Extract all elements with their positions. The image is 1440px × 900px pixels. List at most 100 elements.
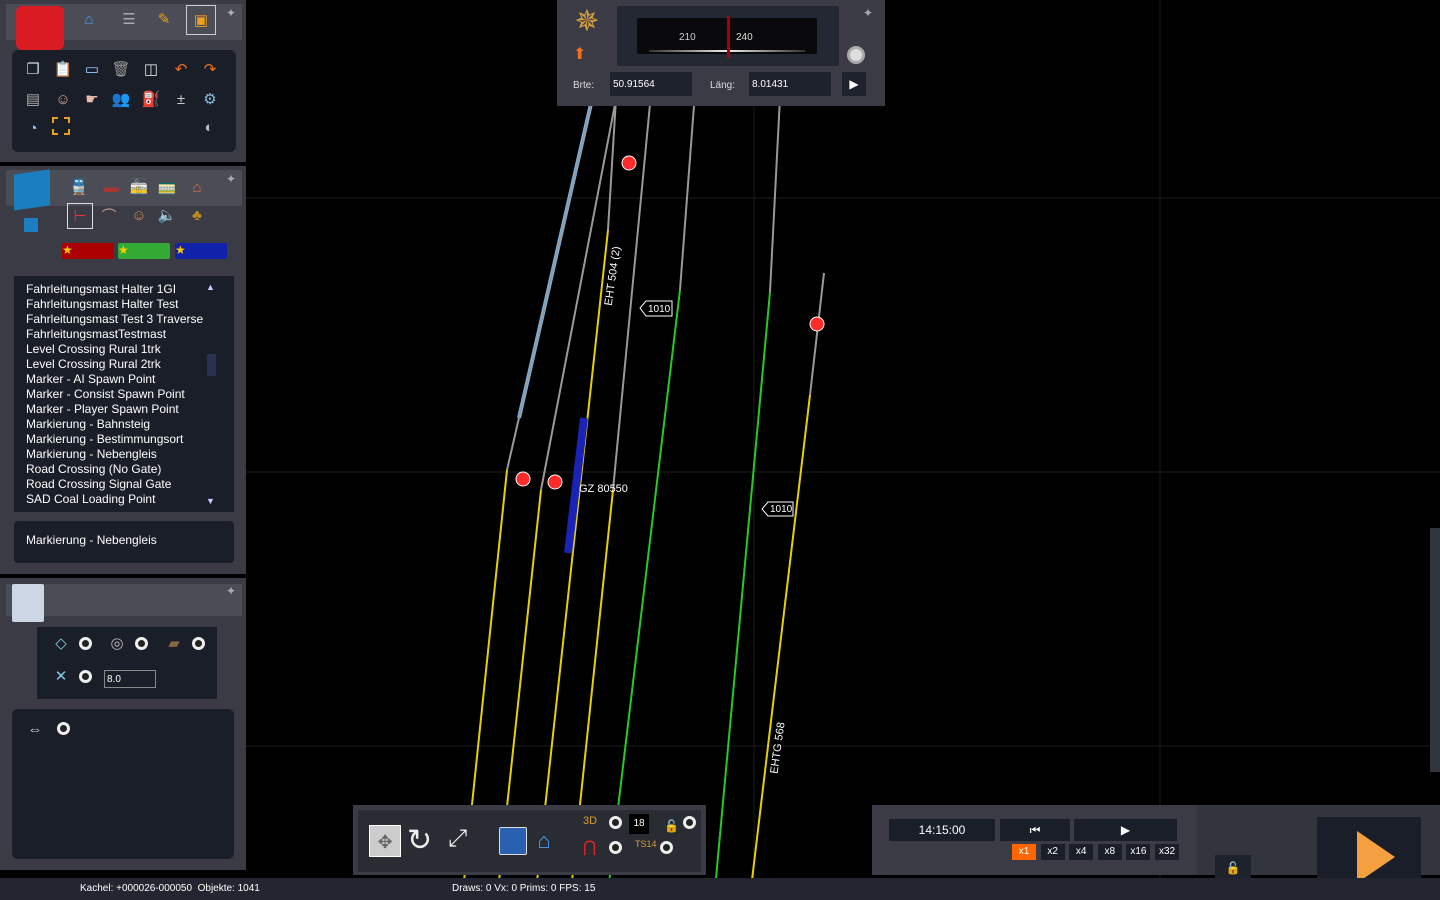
list-item[interactable]: Marker - Consist Spawn Point <box>26 387 234 402</box>
go-button[interactable]: ▶ <box>842 72 866 96</box>
list-item[interactable]: FahrleitungsmastTestmast <box>26 327 234 342</box>
object-list[interactable]: Fahrleitungsmast Halter 1GI Fahrleitungsm… <box>14 276 234 512</box>
list-item[interactable]: Markierung - Bestimmungsort <box>26 432 234 447</box>
rewind-button[interactable]: ⏮ <box>1000 819 1070 841</box>
height-radio[interactable] <box>79 637 92 650</box>
small-cube-icon[interactable] <box>24 218 38 232</box>
spacing-input[interactable] <box>104 670 156 688</box>
list-item[interactable]: Fahrleitungsmast Halter 1GI <box>26 282 234 297</box>
driver-icon[interactable]: ☺ <box>52 88 74 110</box>
pin-icon[interactable]: ✦ <box>226 584 236 598</box>
list-item[interactable]: Road Crossing (No Gate) <box>26 462 234 477</box>
speed-x1-button[interactable]: x1 <box>1012 844 1036 860</box>
ts14-radio[interactable] <box>660 841 673 854</box>
lon-field[interactable]: 8.01431 <box>749 72 831 96</box>
lock-icon[interactable]: 🔓 <box>664 819 679 833</box>
copy-icon[interactable]: ❐ <box>22 58 44 80</box>
tick-240: 240 <box>736 32 753 43</box>
vehicle-move-icon: ⇔ <box>27 720 43 738</box>
pin-icon[interactable]: ✦ <box>226 172 236 186</box>
people-icon[interactable]: 👥 <box>110 88 132 110</box>
clock-display: 14:15:00 <box>889 819 995 841</box>
trash-icon[interactable]: 🗑 <box>110 58 132 80</box>
speed-x8-button[interactable]: x8 <box>1097 844 1122 860</box>
reset-view-button[interactable]: ↻ <box>407 823 432 858</box>
add-vehicle-icon[interactable]: ± <box>170 88 192 110</box>
home-icon[interactable]: ⌂ <box>78 8 100 30</box>
list-scrollbar[interactable]: ▲ ▼ <box>206 282 217 506</box>
sound-icon[interactable]: 🔈 <box>156 204 178 226</box>
list-item[interactable]: Marker - AI Spawn Point <box>26 372 234 387</box>
signal-icon[interactable]: ⊢ <box>67 203 93 229</box>
counter-field[interactable]: 18 <box>629 814 649 834</box>
scenery-icon[interactable]: ⌂ <box>186 176 208 198</box>
list-item[interactable]: Fahrleitungsmast Halter Test <box>26 297 234 312</box>
3d-icon[interactable]: 3D <box>583 815 597 827</box>
speed-x2-button[interactable]: x2 <box>1040 844 1065 860</box>
loading-icon[interactable]: ⛽ <box>140 88 162 110</box>
list-item[interactable]: Fahrleitungsmast Test 3 Traverse <box>26 312 234 327</box>
resize-button[interactable]: ⤢ <box>448 825 467 853</box>
speed-x4-button[interactable]: x4 <box>1069 844 1094 860</box>
map-up-icon[interactable]: ⬆ <box>573 44 586 64</box>
consist-icon[interactable]: ▤ <box>22 88 44 110</box>
list-item[interactable]: Markierung - Bahnsteig <box>26 417 234 432</box>
list-item[interactable]: SAD Coal Loading Point <box>26 492 234 507</box>
settings-icon[interactable]: ⚙ <box>199 88 221 110</box>
right-edge-handle[interactable] <box>1430 528 1440 772</box>
train-icon[interactable]: ▣ <box>186 5 216 35</box>
pin-icon[interactable]: ✦ <box>226 6 236 20</box>
world-view-button[interactable] <box>499 827 527 855</box>
selected-object-label: Markierung - Nebengleis <box>26 533 157 547</box>
wagon-icon[interactable]: ▬ <box>100 176 122 198</box>
track-icon[interactable]: ☰ <box>118 8 140 30</box>
select-rect-icon[interactable] <box>52 117 70 135</box>
fit-view-button[interactable]: ✥ <box>369 825 401 857</box>
list-item[interactable]: Marker - Player Spawn Point <box>26 402 234 417</box>
list-item[interactable]: Markierung - Nebengleis <box>26 447 234 462</box>
loco-icon[interactable]: 🚆 <box>68 176 90 198</box>
snap-radio[interactable] <box>609 841 622 854</box>
face-icon[interactable]: ☺ <box>128 204 150 226</box>
play-time-button[interactable]: ▶ <box>1074 819 1177 841</box>
compass-icon[interactable]: ✵ <box>565 4 609 40</box>
object-cube-icon[interactable] <box>14 169 50 211</box>
home-view-icon[interactable]: ⌂ <box>533 828 555 853</box>
pin-icon[interactable]: ✦ <box>863 6 873 20</box>
redo-icon[interactable]: ↷ <box>199 58 221 80</box>
toolbox-icon[interactable] <box>16 6 64 50</box>
drive-play-button[interactable] <box>1357 831 1395 883</box>
list-item[interactable]: Level Crossing Rural 2trk <box>26 357 234 372</box>
lat-field[interactable]: 50.91564 <box>610 72 692 96</box>
magnet-icon[interactable]: ⋂ <box>583 837 596 857</box>
lock-radio[interactable] <box>683 816 696 829</box>
clock-icon[interactable]: ◔ <box>22 117 44 139</box>
ts14-icon[interactable]: TS14 <box>635 839 657 849</box>
pointer-icon[interactable]: ☛ <box>81 88 103 110</box>
list-item[interactable]: Level Crossing Rural 1trk <box>26 342 234 357</box>
measure-icon[interactable]: ◫ <box>140 58 162 80</box>
paste-icon[interactable]: 📋 <box>52 58 74 80</box>
spacing-radio[interactable] <box>79 670 92 683</box>
brush-icon[interactable]: ✎ <box>153 8 175 30</box>
bag-icon[interactable]: ♣ <box>186 204 208 226</box>
speed-x16-button[interactable]: x16 <box>1126 844 1151 860</box>
undo-icon[interactable]: ↶ <box>170 58 192 80</box>
filter-blue-button[interactable]: ★ <box>175 243 227 259</box>
3d-radio[interactable] <box>609 816 622 829</box>
list-item[interactable]: Road Crossing Signal Gate <box>26 477 234 492</box>
filter-red-button[interactable]: ★ <box>62 243 114 259</box>
vehicle-move-radio[interactable] <box>57 722 70 735</box>
emu-icon[interactable]: 🚃 <box>156 176 178 198</box>
bridge-icon[interactable]: ⌒ <box>98 204 120 226</box>
speed-x32-button[interactable]: x32 <box>1155 844 1179 860</box>
filter-green-button[interactable]: ★ <box>118 243 170 259</box>
compass-panel: ✵ ⬆ 210 240 ✦ Brte: 50.91564 Läng: 8.014… <box>557 0 885 106</box>
flashlight-icon[interactable]: ◐ <box>198 116 220 138</box>
rotate-radio[interactable] <box>135 637 148 650</box>
tram-icon[interactable]: 🚋 <box>128 176 150 198</box>
marker-label: 1010 <box>770 504 793 515</box>
monitor-icon[interactable]: ▭ <box>81 58 103 80</box>
surface-radio[interactable] <box>192 637 205 650</box>
target-icon[interactable] <box>847 46 865 64</box>
